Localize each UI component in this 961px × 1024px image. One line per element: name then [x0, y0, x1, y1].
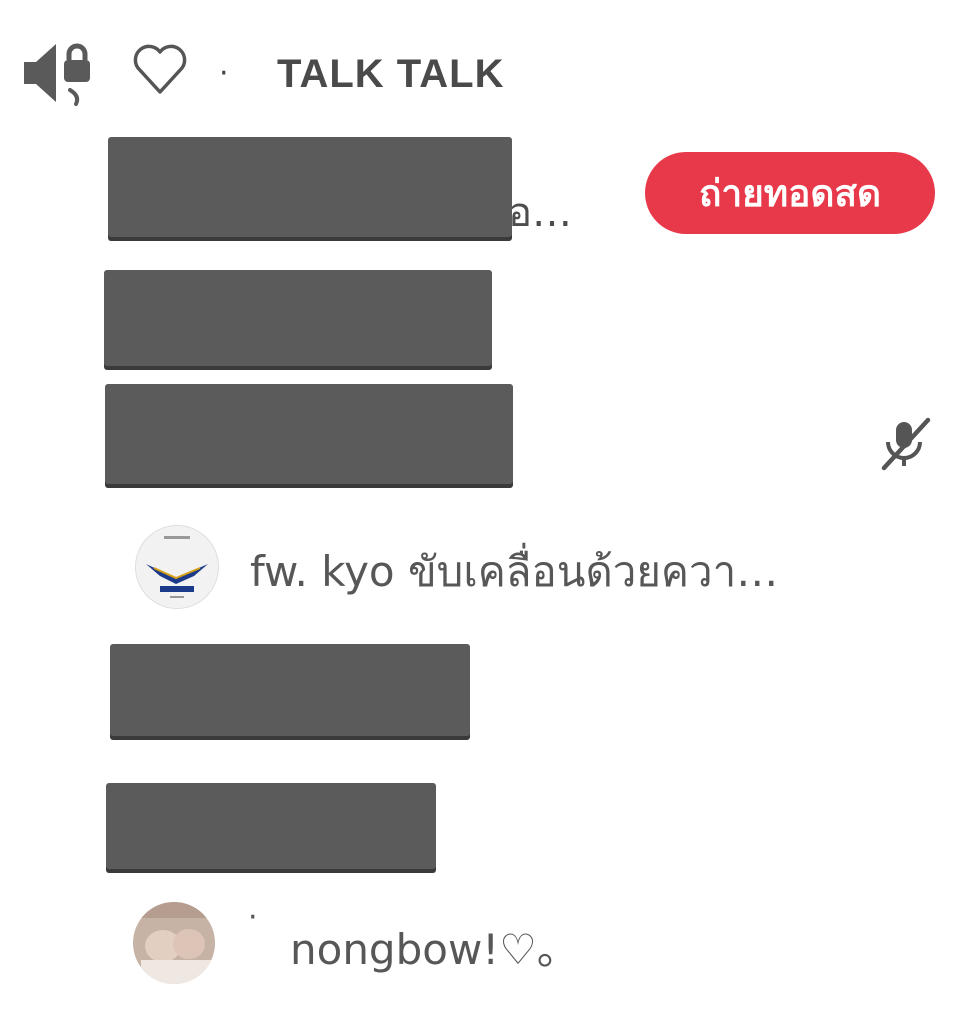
redacted-block — [110, 644, 470, 736]
member-row[interactable] — [100, 378, 950, 493]
separator-dot: · — [219, 56, 229, 91]
heart-outline-icon — [130, 38, 190, 102]
mic-muted-icon — [876, 416, 936, 476]
redacted-block — [105, 384, 513, 484]
channel-name: TALK TALK — [277, 52, 505, 96]
member-row[interactable] — [100, 636, 950, 746]
member-username: fw. kyo ขับเคลื่อนด้วยควา… — [250, 547, 779, 596]
member-name-truncated: อ… — [508, 190, 573, 236]
member-row[interactable] — [100, 775, 950, 875]
member-prefix-dot: · — [248, 900, 258, 935]
redacted-block — [104, 270, 492, 366]
member-row[interactable]: · nongbow!♡。 — [100, 892, 950, 1002]
speaker-lock-icon — [20, 38, 92, 112]
member-row[interactable]: fw. kyo ขับเคลื่อนด้วยควา… — [100, 515, 950, 615]
user-photo-avatar — [133, 902, 215, 984]
member-row[interactable]: อ… ถ่ายทอดสด — [100, 130, 950, 250]
redacted-block — [108, 137, 512, 237]
redacted-block — [106, 783, 436, 869]
eagle-logo-avatar — [135, 525, 219, 609]
voice-channel-header[interactable]: · TALK TALK — [0, 20, 600, 130]
live-badge: ถ่ายทอดสด — [645, 152, 935, 234]
member-row[interactable] — [100, 262, 950, 372]
member-username: nongbow!♡。 — [290, 925, 579, 974]
